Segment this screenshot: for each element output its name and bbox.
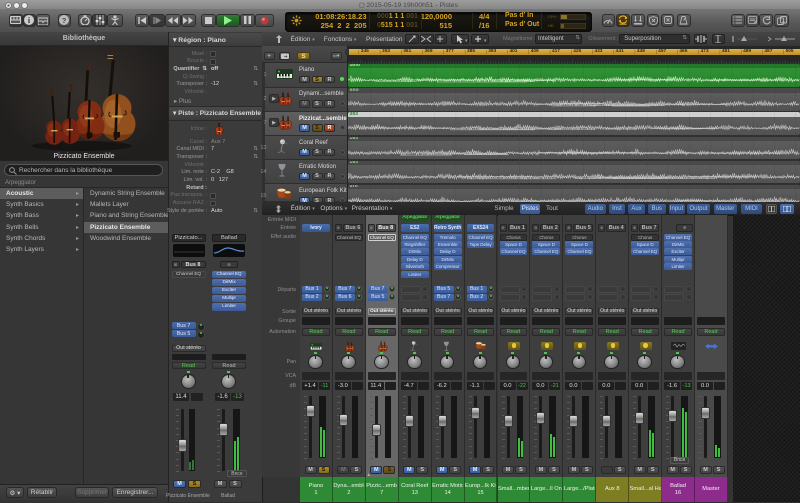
svg-text:▾: ▾: [484, 38, 487, 44]
svg-text:?: ?: [62, 16, 67, 25]
svg-text:▾: ▾: [465, 38, 468, 44]
